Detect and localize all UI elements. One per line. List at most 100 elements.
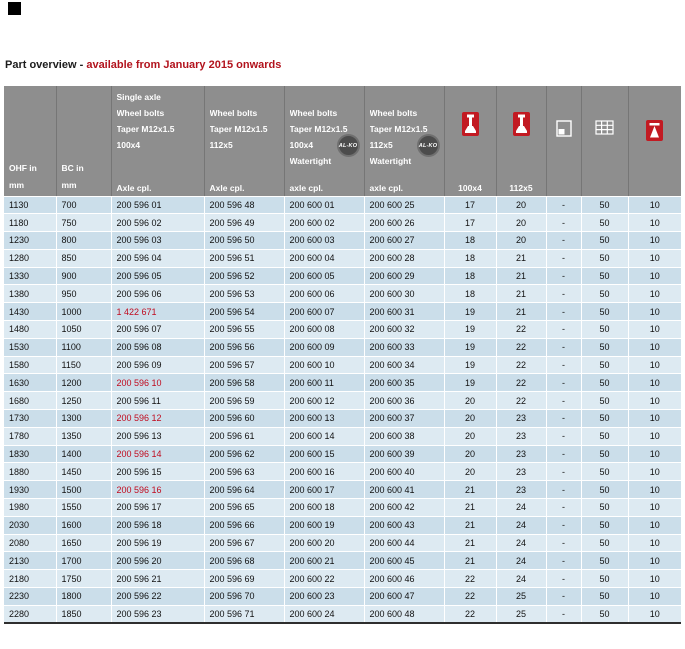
pack-qty-cell: 50 xyxy=(581,499,628,517)
pallet-qty-cell: 10 xyxy=(628,196,681,214)
watertight-112x5-cell: 200 600 26 xyxy=(364,214,444,232)
pallet-qty-cell: 10 xyxy=(628,534,681,552)
watertight-100x4-cell: 200 600 01 xyxy=(284,196,364,214)
axle-112x5-cell: 200 596 51 xyxy=(204,249,284,267)
table-row: 1180750200 596 02200 596 49200 600 02200… xyxy=(4,214,681,232)
pack-qty-cell: 50 xyxy=(581,392,628,410)
spanner-100x4-cell: 18 xyxy=(444,285,496,303)
spanner-100x4-cell: 18 xyxy=(444,249,496,267)
ohf-cell: 1230 xyxy=(4,232,56,250)
axle-100x4-cell: 200 596 21 xyxy=(111,570,204,588)
pallet-qty-cell: 10 xyxy=(628,267,681,285)
bc-cell: 900 xyxy=(56,267,111,285)
table-row: 19801550200 596 17200 596 65200 600 1820… xyxy=(4,499,681,517)
ohf-cell: 1130 xyxy=(4,196,56,214)
ohf-cell: 1980 xyxy=(4,499,56,517)
watertight-100x4-cell: 200 600 24 xyxy=(284,605,364,623)
axle-100x4-cell: 200 596 08 xyxy=(111,338,204,356)
header-col11 xyxy=(628,86,681,196)
pack-qty-cell: 50 xyxy=(581,427,628,445)
header-bc-line2: mm xyxy=(62,177,84,194)
spanner-112x5-cell: 21 xyxy=(496,285,546,303)
pallet-qty-cell: 10 xyxy=(628,374,681,392)
pallet-qty-cell: 10 xyxy=(628,605,681,623)
axle-112x5-cell: 200 596 62 xyxy=(204,445,284,463)
pallet-qty-cell: 10 xyxy=(628,338,681,356)
ohf-cell: 2280 xyxy=(4,605,56,623)
pallet-qty-cell: 10 xyxy=(628,463,681,481)
col9-cell: - xyxy=(546,249,581,267)
pack-qty-cell: 50 xyxy=(581,481,628,499)
pallet-qty-cell: 10 xyxy=(628,285,681,303)
watertight-112x5-cell: 200 600 36 xyxy=(364,392,444,410)
axle-100x4-cell: 200 596 11 xyxy=(111,392,204,410)
axle-100x4-cell: 200 596 01 xyxy=(111,196,204,214)
page-title: Part overview - available from January 2… xyxy=(5,59,281,71)
table-row: 15801150200 596 09200 596 57200 600 1020… xyxy=(4,356,681,374)
pallet-qty-cell: 10 xyxy=(628,321,681,339)
ohf-cell: 1930 xyxy=(4,481,56,499)
axle-100x4-cell: 200 596 09 xyxy=(111,356,204,374)
axle-112x5-cell: 200 596 55 xyxy=(204,321,284,339)
pack-qty-cell: 50 xyxy=(581,516,628,534)
alko-badge-icon: AL-KO xyxy=(337,134,360,157)
watertight-100x4-cell: 200 600 06 xyxy=(284,285,364,303)
watertight-100x4-cell: 200 600 19 xyxy=(284,516,364,534)
col9-cell: - xyxy=(546,321,581,339)
axle-112x5-cell: 200 596 64 xyxy=(204,481,284,499)
spanner-100x4-cell: 17 xyxy=(444,196,496,214)
ohf-cell: 1730 xyxy=(4,410,56,428)
spanner-112x5-cell: 23 xyxy=(496,427,546,445)
table-row: 21301700200 596 20200 596 68200 600 2120… xyxy=(4,552,681,570)
watertight-100x4-cell: 200 600 04 xyxy=(284,249,364,267)
watertight-100x4-cell: 200 600 18 xyxy=(284,499,364,517)
header-watertight-100x4: Wheel bolts Taper M12x1.5 100x4 Watertig… xyxy=(284,86,364,196)
ohf-cell: 1580 xyxy=(4,356,56,374)
page-title-highlight: available from January 2015 onwards xyxy=(86,59,281,71)
header-ohf-line1: OHF in xyxy=(9,160,37,177)
watertight-112x5-cell: 200 600 45 xyxy=(364,552,444,570)
bc-cell: 1050 xyxy=(56,321,111,339)
bc-cell: 1350 xyxy=(56,427,111,445)
watertight-100x4-cell: 200 600 13 xyxy=(284,410,364,428)
col9-cell: - xyxy=(546,463,581,481)
watertight-100x4-cell: 200 600 07 xyxy=(284,303,364,321)
axle-100x4-cell: 200 596 02 xyxy=(111,214,204,232)
watertight-112x5-cell: 200 600 34 xyxy=(364,356,444,374)
table-row: 21801750200 596 21200 596 69200 600 2220… xyxy=(4,570,681,588)
bc-cell: 700 xyxy=(56,196,111,214)
pallet-qty-cell: 10 xyxy=(628,249,681,267)
watertight-112x5-cell: 200 600 46 xyxy=(364,570,444,588)
table-row: 17301300200 596 12200 596 60200 600 1320… xyxy=(4,410,681,428)
watertight-100x4-cell: 200 600 17 xyxy=(284,481,364,499)
watertight-112x5-cell: 200 600 39 xyxy=(364,445,444,463)
axle-100x4-cell: 200 596 15 xyxy=(111,463,204,481)
spanner-112x5-cell: 23 xyxy=(496,481,546,499)
spanner-112x5-cell: 24 xyxy=(496,534,546,552)
ohf-cell: 1880 xyxy=(4,463,56,481)
spanner-100x4-cell: 22 xyxy=(444,605,496,623)
watertight-100x4-cell: 200 600 15 xyxy=(284,445,364,463)
axle-100x4-cell: 200 596 13 xyxy=(111,427,204,445)
pallet-qty-cell: 10 xyxy=(628,303,681,321)
col9-cell: - xyxy=(546,285,581,303)
axle-cpl-label: axle cpl. xyxy=(370,183,404,193)
spanner-112x5-label: 112x5 xyxy=(497,183,546,193)
table-row: 1280850200 596 04200 596 51200 600 04200… xyxy=(4,249,681,267)
watertight-112x5-cell: 200 600 29 xyxy=(364,267,444,285)
pack-qty-cell: 50 xyxy=(581,463,628,481)
spanner-112x5-cell: 20 xyxy=(496,232,546,250)
spanner-112x5-cell: 23 xyxy=(496,463,546,481)
header-bc: BC in mm xyxy=(56,86,111,196)
spanner-112x5-cell: 22 xyxy=(496,338,546,356)
axle-112x5-cell: 200 596 66 xyxy=(204,516,284,534)
watertight-100x4-cell: 200 600 02 xyxy=(284,214,364,232)
ohf-cell: 1280 xyxy=(4,249,56,267)
bc-cell: 1650 xyxy=(56,534,111,552)
table-row: 19301500200 596 16200 596 64200 600 1720… xyxy=(4,481,681,499)
table-row: 1330900200 596 05200 596 52200 600 05200… xyxy=(4,267,681,285)
table-row: 1230800200 596 03200 596 50200 600 03200… xyxy=(4,232,681,250)
spanner-112x5-cell: 21 xyxy=(496,303,546,321)
axle-100x4-cell: 1 422 671 xyxy=(111,303,204,321)
axle-100x4-cell: 200 596 18 xyxy=(111,516,204,534)
